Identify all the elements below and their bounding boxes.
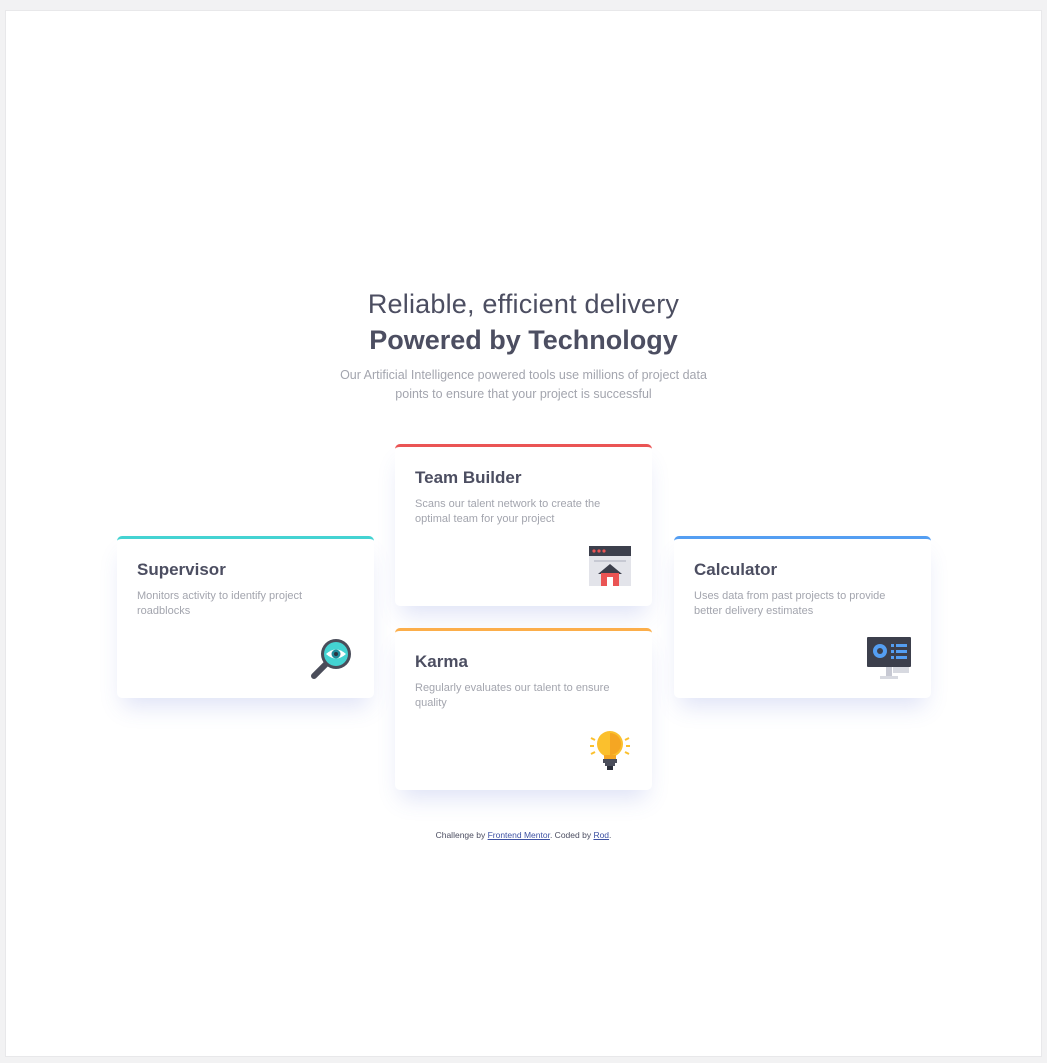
attribution-footer: Challenge by Frontend Mentor. Coded by R…: [6, 830, 1041, 840]
monitor-calculator-icon: [867, 636, 911, 680]
card-text: Regularly evaluates our talent to ensure…: [415, 682, 610, 709]
page-subtitle: Reliable, efficient delivery: [367, 289, 680, 319]
page-title: Powered by Technology: [369, 325, 678, 355]
magnifier-eye-icon: [310, 636, 354, 680]
card-title: Karma: [415, 652, 468, 671]
attribution-prefix: Challenge by: [435, 830, 488, 840]
card-calculator: Calculator Uses data from past projects …: [674, 536, 931, 698]
card-title: Supervisor: [137, 560, 226, 579]
card-title: Team Builder: [415, 468, 522, 487]
card-text: Scans our talent network to create the o…: [415, 498, 601, 525]
card-text: Monitors activity to identify project ro…: [137, 590, 303, 617]
attribution-middle: . Coded by: [549, 830, 594, 840]
page-frame: Reliable, efficient delivery Powered by …: [5, 10, 1042, 1057]
author-link[interactable]: Rod: [593, 830, 609, 840]
card-text: Uses data from past projects to provide …: [694, 590, 886, 617]
card-supervisor: Supervisor Monitors activity to identify…: [117, 536, 374, 698]
page-header: Reliable, efficient delivery Powered by …: [6, 287, 1041, 404]
card-title: Calculator: [694, 560, 778, 579]
team-builder-icon: [588, 544, 632, 588]
lightbulb-icon: [588, 728, 632, 772]
attribution-suffix: .: [609, 830, 612, 840]
card-team-builder: Team Builder Scans our talent network to…: [395, 444, 652, 606]
card-karma: Karma Regularly evaluates our talent to …: [395, 628, 652, 790]
page-description: Our Artificial Intelligence powered tool…: [340, 368, 707, 401]
frontend-mentor-link[interactable]: Frontend Mentor: [488, 830, 550, 840]
